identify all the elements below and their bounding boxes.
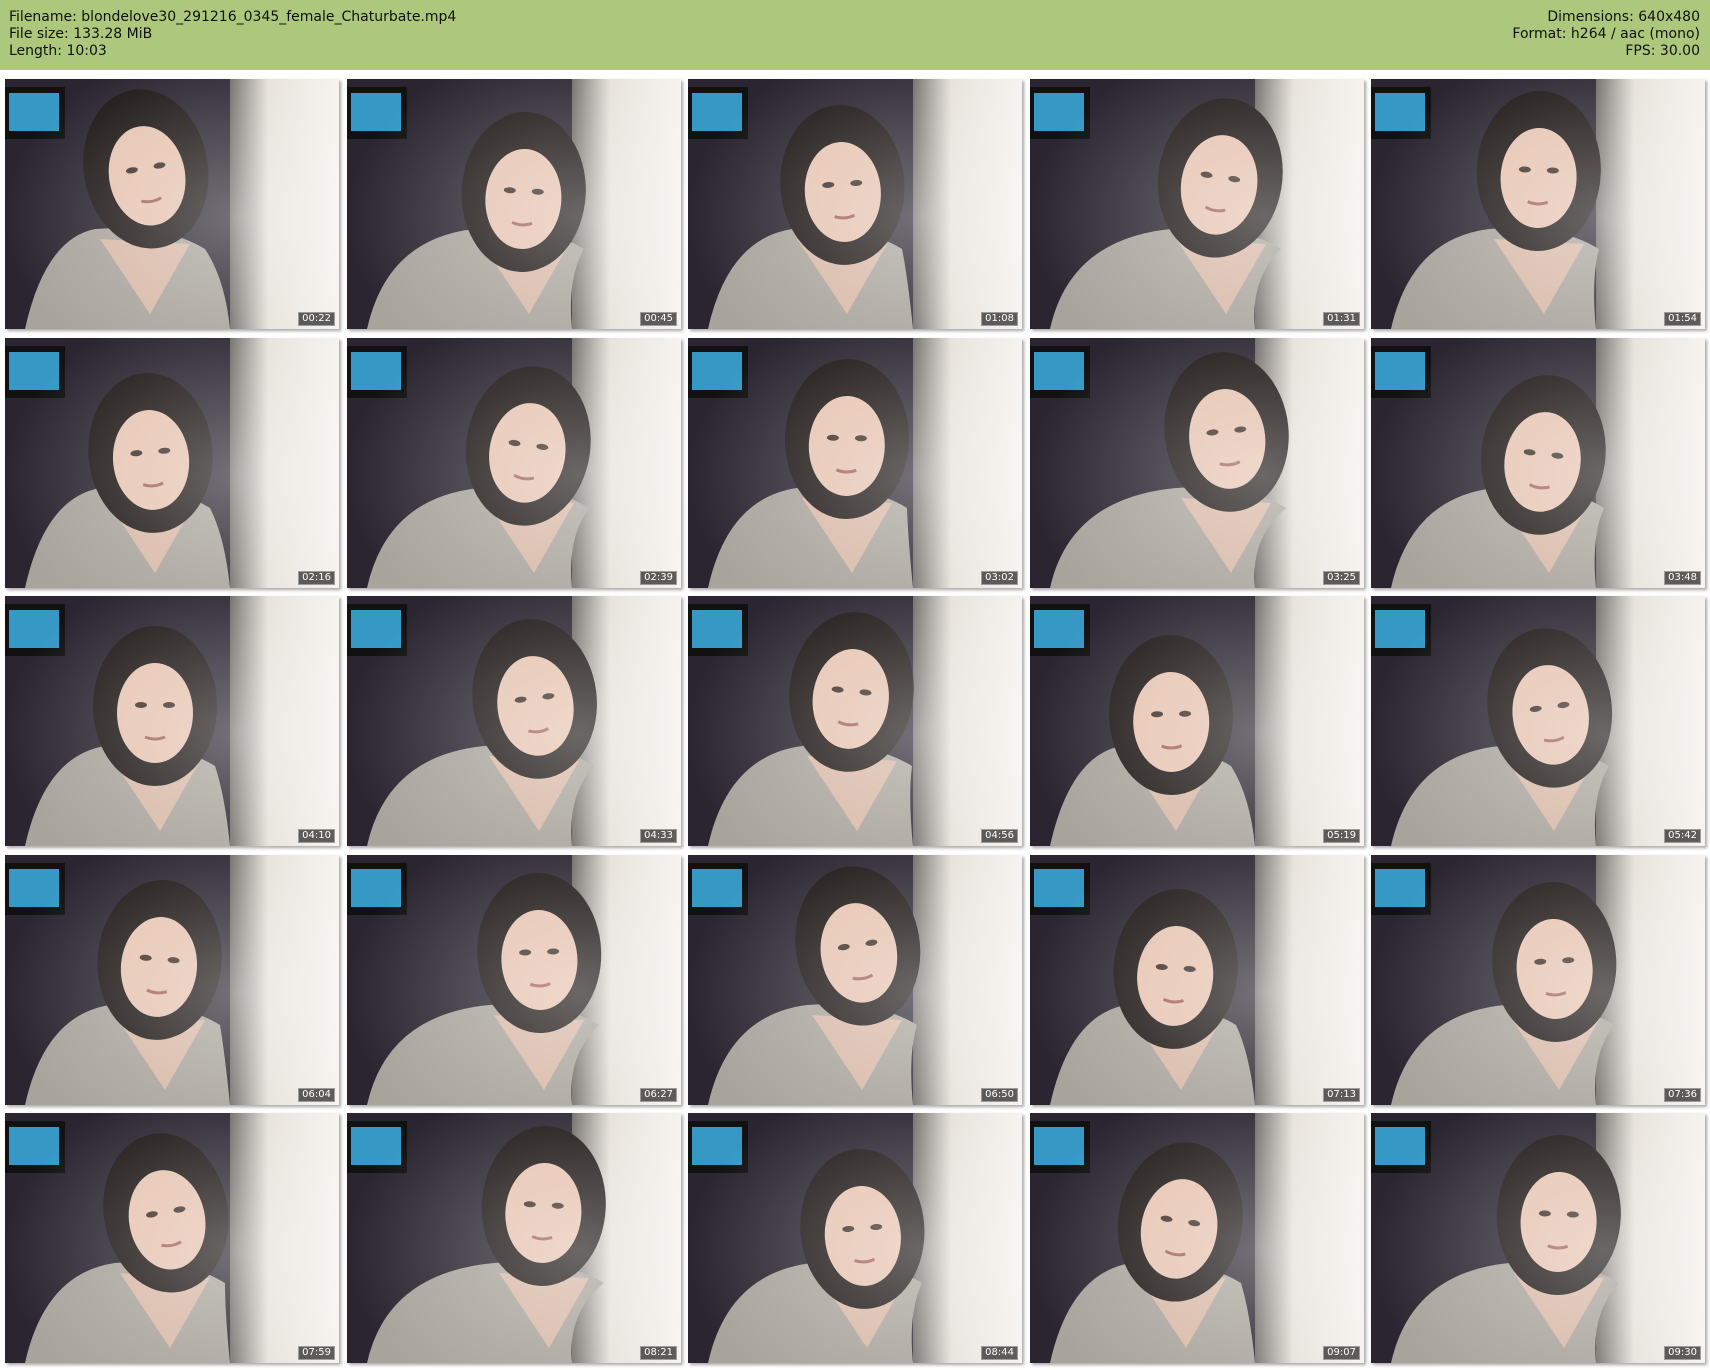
timestamp-label: 06:27: [640, 1088, 677, 1102]
timestamp-label: 07:36: [1664, 1088, 1701, 1102]
video-thumbnail[interactable]: 00:45: [347, 79, 681, 329]
timestamp-label: 05:19: [1323, 829, 1360, 843]
frame-image: [688, 79, 1022, 329]
video-thumbnail[interactable]: 03:02: [688, 338, 1022, 588]
video-thumbnail[interactable]: 08:44: [688, 1113, 1022, 1363]
timestamp-label: 08:21: [640, 1346, 677, 1360]
video-thumbnail[interactable]: 06:50: [688, 855, 1022, 1105]
video-thumbnail[interactable]: 06:27: [347, 855, 681, 1105]
frame-image: [688, 596, 1022, 846]
timestamp-label: 04:56: [981, 829, 1018, 843]
video-thumbnail[interactable]: 07:13: [1030, 855, 1364, 1105]
frame-image: [1030, 79, 1364, 329]
video-thumbnail[interactable]: 02:16: [5, 338, 339, 588]
video-thumbnail[interactable]: 02:39: [347, 338, 681, 588]
file-info-right: Dimensions: 640x480 Format: h264 / aac (…: [1512, 9, 1700, 60]
timestamp-label: 01:54: [1664, 312, 1701, 326]
frame-image: [688, 1113, 1022, 1363]
timestamp-label: 07:13: [1323, 1088, 1360, 1102]
video-thumbnail[interactable]: 07:36: [1371, 855, 1705, 1105]
timestamp-label: 09:30: [1664, 1346, 1701, 1360]
frame-image: [347, 338, 681, 588]
video-thumbnail[interactable]: 04:10: [5, 596, 339, 846]
file-info-left: Filename: blondelove30_291216_0345_femal…: [9, 9, 456, 60]
fps-text: FPS: 30.00: [1625, 43, 1700, 59]
frame-image: [1371, 338, 1705, 588]
video-thumbnail[interactable]: 09:07: [1030, 1113, 1364, 1363]
timestamp-label: 04:10: [298, 829, 335, 843]
timestamp-label: 06:50: [981, 1088, 1018, 1102]
frame-image: [1371, 596, 1705, 846]
frame-image: [1030, 596, 1364, 846]
timestamp-label: 03:48: [1664, 571, 1701, 585]
video-thumbnail[interactable]: 03:25: [1030, 338, 1364, 588]
timestamp-label: 01:08: [981, 312, 1018, 326]
video-thumbnail[interactable]: 01:08: [688, 79, 1022, 329]
video-thumbnail[interactable]: 04:33: [347, 596, 681, 846]
video-thumbnail[interactable]: 07:59: [5, 1113, 339, 1363]
timestamp-label: 09:07: [1323, 1346, 1360, 1360]
frame-image: [5, 855, 339, 1105]
frame-image: [347, 596, 681, 846]
timestamp-label: 00:22: [298, 312, 335, 326]
frame-image: [688, 855, 1022, 1105]
video-thumbnail[interactable]: 09:30: [1371, 1113, 1705, 1363]
frame-image: [1030, 338, 1364, 588]
video-thumbnail[interactable]: 04:56: [688, 596, 1022, 846]
thumbnail-grid: 00:22 00:45 01:08 01:31 01:54 02:16 02:39 03:02…: [5, 79, 1705, 1365]
filesize-text: File size: 133.28 MiB: [9, 26, 153, 42]
video-thumbnail[interactable]: 01:31: [1030, 79, 1364, 329]
timestamp-label: 02:39: [640, 571, 677, 585]
frame-image: [5, 596, 339, 846]
video-thumbnail[interactable]: 00:22: [5, 79, 339, 329]
frame-image: [5, 338, 339, 588]
frame-image: [1371, 1113, 1705, 1363]
video-thumbnail[interactable]: 06:04: [5, 855, 339, 1105]
timestamp-label: 00:45: [640, 312, 677, 326]
frame-image: [1030, 855, 1364, 1105]
frame-image: [1030, 1113, 1364, 1363]
length-text: Length: 10:03: [9, 43, 107, 59]
timestamp-label: 05:42: [1664, 829, 1701, 843]
format-text: Format: h264 / aac (mono): [1512, 26, 1700, 42]
frame-image: [347, 1113, 681, 1363]
timestamp-label: 07:59: [298, 1346, 335, 1360]
timestamp-label: 06:04: [298, 1088, 335, 1102]
timestamp-label: 02:16: [298, 571, 335, 585]
video-thumbnail[interactable]: 03:48: [1371, 338, 1705, 588]
timestamp-label: 04:33: [640, 829, 677, 843]
frame-image: [5, 79, 339, 329]
frame-image: [1371, 79, 1705, 329]
timestamp-label: 03:02: [981, 571, 1018, 585]
frame-image: [5, 1113, 339, 1363]
frame-image: [1371, 855, 1705, 1105]
timestamp-label: 08:44: [981, 1346, 1018, 1360]
video-thumbnail[interactable]: 01:54: [1371, 79, 1705, 329]
dimensions-text: Dimensions: 640x480: [1547, 9, 1700, 25]
video-thumbnail[interactable]: 08:21: [347, 1113, 681, 1363]
filename-text: Filename: blondelove30_291216_0345_femal…: [9, 9, 457, 25]
frame-image: [347, 855, 681, 1105]
frame-image: [688, 338, 1022, 588]
video-thumbnail[interactable]: 05:42: [1371, 596, 1705, 846]
timestamp-label: 03:25: [1323, 571, 1360, 585]
info-header: Filename: blondelove30_291216_0345_femal…: [0, 0, 1710, 70]
frame-image: [347, 79, 681, 329]
timestamp-label: 01:31: [1323, 312, 1360, 326]
video-thumbnail[interactable]: 05:19: [1030, 596, 1364, 846]
